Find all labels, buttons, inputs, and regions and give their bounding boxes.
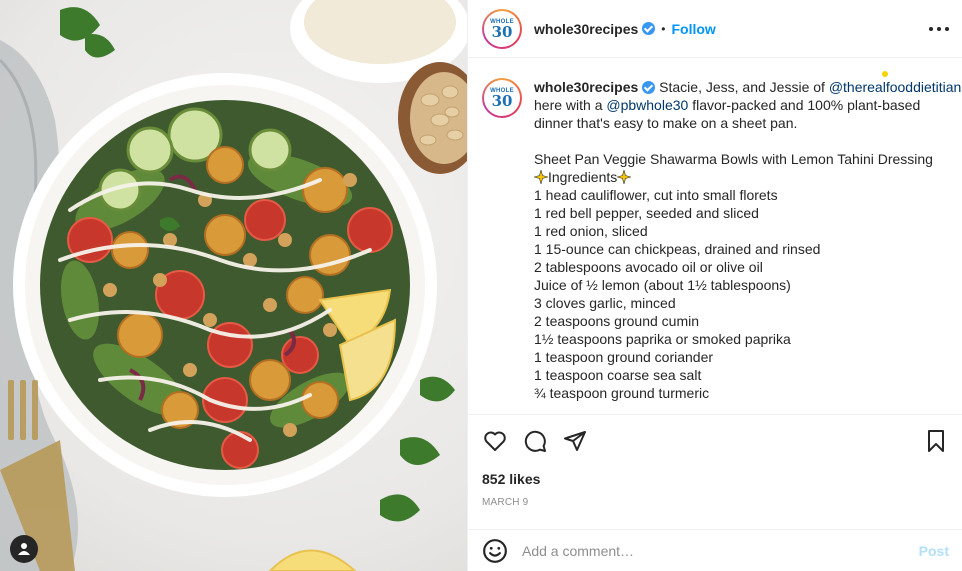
notification-dot	[882, 71, 888, 77]
post-photo[interactable]	[0, 0, 467, 571]
post-button[interactable]: Post	[919, 543, 949, 559]
post-panel: WHOLE 30 whole30recipes • Follow WHOLE 3…	[467, 0, 962, 571]
bookmark-icon[interactable]	[923, 428, 949, 454]
post-actions: 852 likes MARCH 9	[468, 414, 962, 508]
caption-avatar[interactable]: WHOLE 30	[482, 78, 522, 118]
add-comment-bar: Post	[468, 529, 962, 571]
profile-avatar[interactable]: WHOLE 30	[482, 8, 522, 49]
ingredient-item: ¾ teaspoon ground turmeric	[534, 385, 710, 401]
person-icon	[18, 543, 30, 555]
mention-pbwhole30[interactable]: @pbwhole30	[606, 97, 688, 113]
logo-text-30: 30	[491, 92, 513, 110]
more-options-icon[interactable]	[929, 20, 949, 38]
verified-badge-icon	[642, 81, 656, 94]
heart-icon[interactable]	[482, 428, 508, 454]
share-icon[interactable]	[562, 428, 588, 454]
caption-intro-2b: flavor-packed and 100% plant-based	[688, 97, 921, 113]
caption-intro-3: dinner that's easy to make on a sheet pa…	[534, 115, 798, 131]
ingredient-item: 1 teaspoon ground coriander	[534, 349, 714, 365]
caption-intro-2a: here with a	[534, 97, 607, 113]
whole30-logo-small: WHOLE 30	[484, 80, 520, 116]
separator-dot: •	[661, 21, 666, 36]
likes-count[interactable]: 852 likes	[482, 471, 949, 487]
food-photo-illustration	[0, 0, 467, 571]
recipe-title: Sheet Pan Veggie Shawarma Bowls with Lem…	[534, 151, 933, 167]
ingredient-item: Juice of ½ lemon (about 1½ tablespoons)	[534, 277, 791, 293]
header-username[interactable]: whole30recipes	[534, 21, 638, 37]
sparkle-icon	[534, 170, 548, 184]
caption-username[interactable]: whole30recipes	[534, 79, 638, 95]
ingredient-item: 1½ teaspoons paprika or smoked paprika	[534, 331, 791, 347]
ingredient-item: 1 head cauliflower, cut into small flore…	[534, 187, 778, 203]
ingredients-heading-text: Ingredients	[548, 169, 618, 185]
follow-button[interactable]: Follow	[671, 21, 715, 37]
post-header: WHOLE 30 whole30recipes • Follow	[468, 0, 962, 58]
ingredients-heading: Ingredients	[534, 168, 954, 186]
caption-text: whole30recipes Stacie, Jess, and Jessie …	[534, 78, 962, 402]
whole30-logo: WHOLE 30	[484, 10, 520, 47]
ingredient-item: 1 red onion, sliced	[534, 223, 648, 239]
caption-intro-1: Stacie, Jess, and Jessie of	[655, 79, 829, 95]
ingredient-item: 1 teaspoon coarse sea salt	[534, 367, 702, 383]
emoji-icon[interactable]	[482, 538, 508, 564]
post-date[interactable]: MARCH 9	[482, 497, 949, 508]
tagged-users-button[interactable]	[10, 535, 38, 563]
comment-icon[interactable]	[522, 428, 548, 454]
mention-therealfooddietitians[interactable]: @therealfooddietitians	[829, 79, 962, 95]
ingredient-item: 2 teaspoons ground cumin	[534, 313, 699, 329]
verified-badge-icon	[642, 22, 656, 35]
logo-text-30: 30	[491, 22, 513, 41]
caption-area: WHOLE 30 whole30recipes Stacie, Jess, an…	[468, 59, 962, 414]
comment-input[interactable]	[522, 542, 919, 559]
ingredient-item: 1 red bell pepper, seeded and sliced	[534, 205, 759, 221]
ingredient-item: 3 cloves garlic, minced	[534, 295, 676, 311]
sparkle-icon	[617, 170, 632, 184]
ingredient-item: 1 15-ounce can chickpeas, drained and ri…	[534, 241, 821, 257]
ingredient-item: 2 tablespoons avocado oil or olive oil	[534, 259, 763, 275]
